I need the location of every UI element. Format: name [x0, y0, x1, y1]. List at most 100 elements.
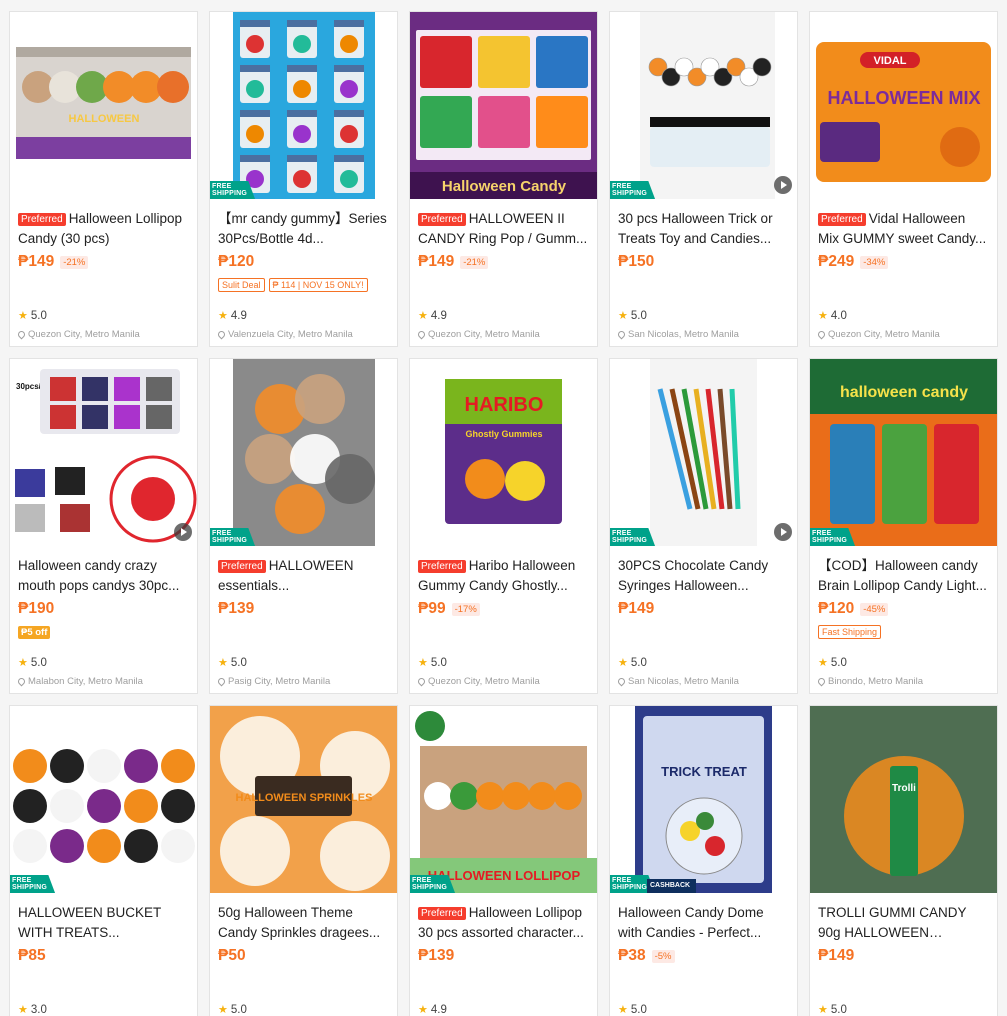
location-text: San Nicolas, Metro Manila — [628, 676, 739, 687]
product-title[interactable]: Preferred Halloween Lollipop Candy (30 pc… — [18, 209, 189, 249]
product-info: TROLLI GUMMI CANDY 90g HALLOWEEN PUMPKIN… — [810, 893, 997, 967]
product-card[interactable]: HALLOWEEN Preferred Halloween Lollipop Can… — [9, 11, 198, 347]
product-image[interactable]: 30pcs/pack crazy mouth — [10, 359, 197, 546]
product-title[interactable]: Preferred Vidal Halloween Mix GUMMY sweet… — [818, 209, 989, 249]
product-card[interactable]: Trolli TROLLI GUMMI CANDY 90g HALLOWEEN P… — [809, 705, 998, 1016]
shape — [450, 782, 478, 810]
product-card[interactable]: TRICK TREAT FREE SHIPPING CASHBACK Hallowee… — [609, 705, 798, 1016]
product-title[interactable]: Halloween candy crazy mouth pops candys … — [18, 556, 189, 596]
product-image[interactable]: halloween candy FREE SHIPPING — [810, 359, 997, 546]
play-video-icon[interactable] — [774, 176, 792, 194]
product-card[interactable]: FREE SHIPPING 30PCS Chocolate Candy Syrin… — [609, 358, 798, 694]
product-info: Preferred HALLOWEEN essentials... ₱139 — [210, 546, 397, 620]
product-title[interactable]: 30PCS Chocolate Candy Syringes Halloween… — [618, 556, 789, 596]
discount-badge: -21% — [60, 255, 89, 269]
product-image[interactable]: FREE SHIPPING — [210, 12, 397, 199]
product-card[interactable]: halloween candy FREE SHIPPING 【COD】Hallowe… — [809, 358, 998, 694]
product-title[interactable]: TROLLI GUMMI CANDY 90g HALLOWEEN PUMPKIN… — [818, 903, 989, 943]
product-info: HALLOWEEN BUCKET WITH TREATS... ₱85 — [10, 893, 197, 967]
shape — [334, 20, 364, 27]
star-icon: ★ — [18, 657, 28, 669]
product-image[interactable]: VIDAL HALLOWEEN MIX — [810, 12, 997, 199]
location-text: Quezon City, Metro Manila — [428, 676, 540, 687]
shape — [50, 749, 84, 783]
play-video-icon[interactable] — [174, 523, 192, 541]
shape — [528, 782, 556, 810]
free-shipping-badge: FREE SHIPPING — [610, 528, 656, 546]
product-card[interactable]: FREE SHIPPING HALLOWEEN BUCKET WITH TREAT… — [9, 705, 198, 1016]
shape — [50, 377, 76, 401]
location-pin-icon — [416, 676, 427, 687]
product-image[interactable]: HALLOWEEN — [10, 12, 197, 199]
shape — [240, 155, 270, 162]
price-row: ₱149 — [618, 598, 789, 620]
product-title[interactable]: 30 pcs Halloween Trick or Treats Toy and… — [618, 209, 789, 249]
price-row: ₱99 -17% — [418, 598, 589, 620]
product-card[interactable]: 30pcs/pack crazy mouth Halloween candy cr… — [9, 358, 198, 694]
product-title[interactable]: Halloween Candy Dome with Candies - Perf… — [618, 903, 789, 943]
shape — [830, 424, 875, 524]
shape — [340, 80, 358, 98]
product-info: Preferred Halloween Lollipop 30 pcs assor… — [410, 893, 597, 967]
product-image-art: 30pcs/pack crazy mouth — [10, 359, 197, 546]
product-title[interactable]: 【COD】Halloween candy Brain Lollipop Cand… — [818, 556, 989, 596]
shape — [650, 117, 770, 127]
shape — [696, 812, 714, 830]
discount-badge: -21% — [460, 255, 489, 269]
location-pin-icon — [616, 676, 627, 687]
location-text: San Nicolas, Metro Manila — [628, 329, 739, 340]
rating-value: 4.9 — [230, 309, 247, 322]
product-card[interactable]: FREE SHIPPING 【mr candy gummy】Series 30Pc… — [209, 11, 398, 347]
product-image[interactable]: TRICK TREAT FREE SHIPPING CASHBACK — [610, 706, 797, 893]
product-card[interactable]: FREE SHIPPING 30 pcs Halloween Trick or T… — [609, 11, 798, 347]
product-image[interactable]: Halloween Candy — [410, 12, 597, 199]
product-card[interactable]: FREE SHIPPING Preferred HALLOWEEN essentia… — [209, 358, 398, 694]
price-row: ₱249 -34% — [818, 251, 989, 273]
price-row: ₱149 -21% — [18, 251, 189, 273]
product-image[interactable]: HALLOWEEN LOLLIPOP FREE SHIPPING — [410, 706, 597, 893]
shape — [320, 821, 390, 891]
product-grid: HALLOWEEN Preferred Halloween Lollipop Can… — [9, 11, 998, 1016]
shape — [287, 20, 317, 27]
shape — [650, 127, 770, 167]
product-image-art: Trolli — [810, 706, 997, 893]
product-title[interactable]: HALLOWEEN BUCKET WITH TREATS... — [18, 903, 189, 943]
product-title[interactable]: Preferred Haribo Halloween Gummy Candy Gh… — [418, 556, 589, 596]
product-card[interactable]: HALLOWEEN SPRINKLES 50g Halloween Theme C… — [209, 705, 398, 1016]
product-image[interactable]: FREE SHIPPING — [210, 359, 397, 546]
product-image[interactable]: HALLOWEEN SPRINKLES — [210, 706, 397, 893]
product-image[interactable]: FREE SHIPPING — [610, 359, 797, 546]
location-pin-icon — [16, 329, 27, 340]
product-title[interactable]: 50g Halloween Theme Candy Sprinkles drag… — [218, 903, 389, 943]
product-card[interactable]: Halloween Candy Preferred HALLOWEEN II CAN… — [409, 11, 598, 347]
rating-value: 5.0 — [630, 1003, 647, 1016]
product-title[interactable]: Preferred Halloween Lollipop 30 pcs assor… — [418, 903, 589, 943]
product-image-art: Halloween Candy — [410, 12, 597, 199]
free-shipping-badge: FREE SHIPPING — [10, 875, 56, 893]
shape — [940, 127, 980, 167]
product-title[interactable]: Preferred HALLOWEEN essentials... — [218, 556, 389, 596]
image-text: HALLOWEEN MIX — [828, 88, 981, 108]
product-image[interactable]: Trolli — [810, 706, 997, 893]
product-title[interactable]: Preferred HALLOWEEN II CANDY Ring Pop / G… — [418, 209, 589, 249]
location-pin-icon — [816, 329, 827, 340]
star-icon: ★ — [18, 310, 28, 322]
product-image[interactable]: FREE SHIPPING — [10, 706, 197, 893]
product-card[interactable]: VIDAL HALLOWEEN MIX Preferred Vidal Hallowe… — [809, 11, 998, 347]
product-title[interactable]: 【mr candy gummy】Series 30Pcs/Bottle 4d..… — [218, 209, 389, 249]
rating-value: 5.0 — [30, 656, 47, 669]
play-video-icon[interactable] — [774, 523, 792, 541]
star-icon: ★ — [818, 1004, 828, 1016]
shape — [50, 405, 76, 429]
product-card[interactable]: HARIBO Ghostly Gummies Preferred Haribo Hal… — [409, 358, 598, 694]
promo-tags: Fast Shipping — [818, 622, 989, 642]
shape — [246, 80, 264, 98]
product-card[interactable]: HALLOWEEN LOLLIPOP FREE SHIPPING Preferred… — [409, 705, 598, 1016]
promo-tag: Fast Shipping — [818, 625, 882, 639]
product-image[interactable]: FREE SHIPPING — [610, 12, 797, 199]
promo-tag: ₱ 114 | NOV 15 ONLY! — [268, 278, 368, 292]
rating-value: 5.0 — [630, 656, 647, 669]
location-text: Quezon City, Metro Manila — [428, 329, 540, 340]
shape — [934, 424, 979, 524]
product-image[interactable]: HARIBO Ghostly Gummies — [410, 359, 597, 546]
